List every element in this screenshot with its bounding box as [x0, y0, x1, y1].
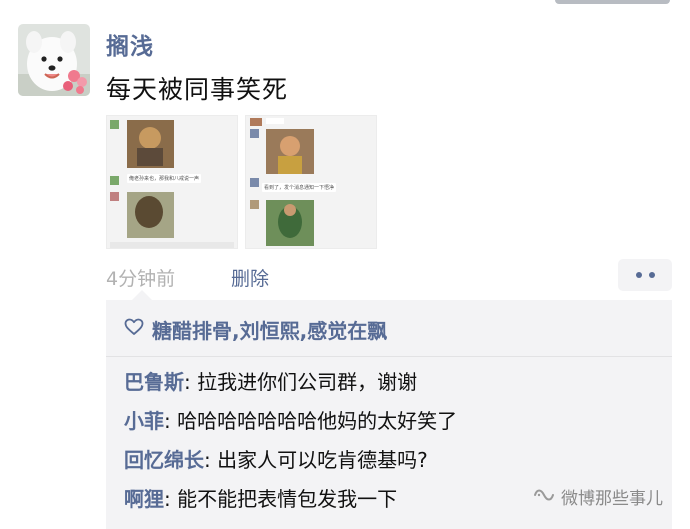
comment-author[interactable]: 回忆绵长	[124, 448, 204, 472]
likes-row: 糖醋排骨,刘恒熙,感觉在飘	[124, 314, 387, 344]
wechat-channel-icon	[533, 486, 555, 508]
comment-author[interactable]: 啊狸	[124, 487, 164, 511]
heart-outline-icon	[124, 318, 144, 340]
more-actions-button[interactable]	[618, 259, 672, 291]
comment-item[interactable]: 啊狸: 能不能把表情包发我一下	[124, 483, 397, 512]
comment-box-caret	[132, 290, 152, 300]
delete-link[interactable]: 删除	[231, 264, 269, 291]
watermark-text: 微博那些事儿	[561, 489, 663, 509]
post-timestamp: 4分钟前	[106, 268, 176, 290]
comment-item[interactable]: 巴鲁斯: 拉我进你们公司群，谢谢	[124, 366, 417, 395]
post-image-2[interactable]: 看到了，发个消息通知一下悟净	[245, 115, 377, 249]
watermark: 微博那些事儿	[533, 484, 663, 509]
more-dot-icon	[635, 272, 642, 278]
post-image-1[interactable]: 俺老孙来也，那我和八戒说一声	[106, 115, 238, 249]
comment-item[interactable]: 小菲: 哈哈哈哈哈哈哈他妈的太好笑了	[124, 405, 457, 434]
likes-names[interactable]: 糖醋排骨,刘恒熙,感觉在飘	[152, 315, 387, 344]
comment-author[interactable]: 小菲	[124, 409, 164, 433]
more-dot-icon	[648, 272, 655, 278]
divider	[106, 356, 672, 357]
avatar[interactable]	[18, 24, 90, 96]
comment-author[interactable]: 巴鲁斯	[124, 370, 184, 394]
comment-text: : 哈哈哈哈哈哈哈他妈的太好笑了	[164, 409, 458, 433]
comment-text: : 拉我进你们公司群，谢谢	[184, 370, 418, 394]
image-1-caption: 俺老孙来也，那我和八戒说一声	[127, 174, 202, 183]
moments-post: 搁浅 每天被同事笑死 俺老孙来也，那我和八戒说一声 看到了，发个消息通知一下悟净…	[0, 0, 690, 529]
comment-text: : 出家人可以吃肯德基吗?	[204, 448, 428, 472]
comment-text: : 能不能把表情包发我一下	[164, 487, 398, 511]
comment-item[interactable]: 回忆绵长: 出家人可以吃肯德基吗?	[124, 444, 428, 473]
username[interactable]: 搁浅	[106, 27, 154, 61]
image-2-caption: 看到了，发个消息通知一下悟净	[262, 183, 337, 192]
previous-post-edge	[555, 0, 670, 4]
post-text: 每天被同事笑死	[106, 75, 289, 104]
